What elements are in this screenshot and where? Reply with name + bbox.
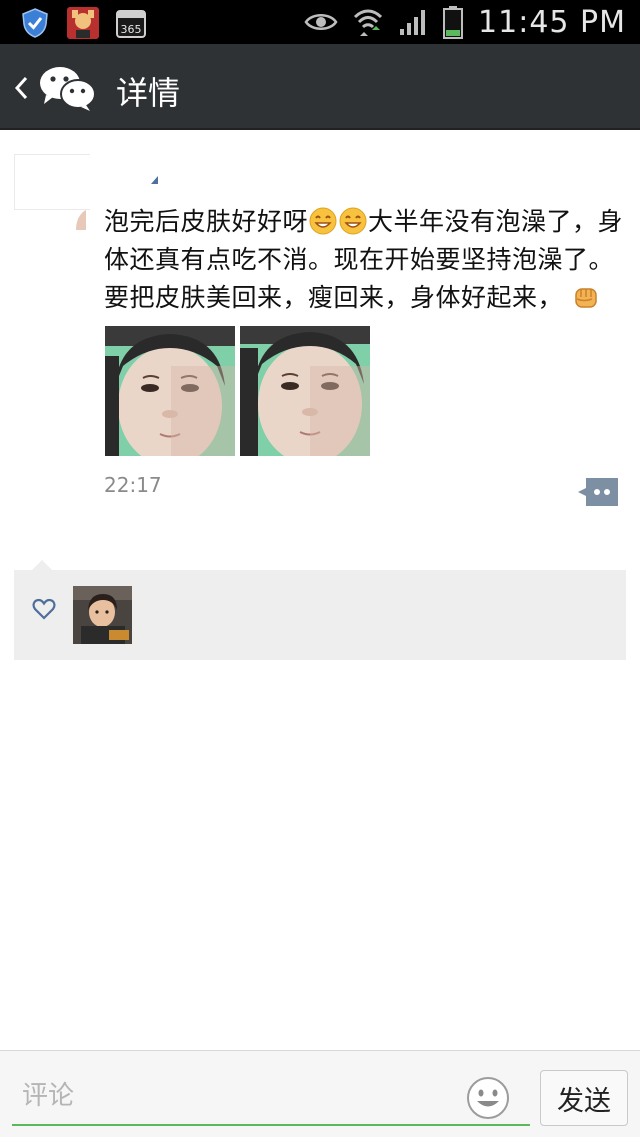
author-avatar[interactable]: [14, 154, 90, 210]
post-text-part-1: 泡完后皮肤好好呀: [104, 207, 309, 236]
title-bar: 详情: [0, 44, 640, 130]
eye-icon: [304, 14, 338, 30]
status-bar: 365 11:45 PM: [0, 0, 640, 44]
status-right: 11:45 PM: [304, 0, 626, 44]
author-name-mark[interactable]: [150, 176, 158, 184]
grin-emoji: [309, 207, 337, 235]
app-avatar-icon: [67, 7, 99, 39]
liker-avatar[interactable]: [73, 586, 132, 644]
signal-icon: [400, 10, 426, 35]
calendar-365-icon: 365: [116, 10, 146, 38]
smiley-icon[interactable]: [466, 1076, 510, 1120]
fist-emoji: [575, 288, 598, 308]
comment-dots-icon[interactable]: [578, 478, 618, 506]
selfie-photo-1[interactable]: [105, 326, 235, 456]
selfie-photo-2[interactable]: [240, 326, 370, 456]
comment-input[interactable]: [12, 1068, 530, 1126]
avatar-fragment: [76, 210, 86, 230]
status-left-icons: 365: [18, 6, 148, 40]
send-button[interactable]: 发送: [540, 1070, 628, 1126]
post-time: 22:17: [104, 473, 162, 497]
page-title: 详情: [116, 74, 181, 112]
chevron-left-icon: [14, 76, 28, 100]
back-button[interactable]: [12, 67, 112, 111]
calendar-label: 365: [121, 23, 142, 36]
grin-emoji: [339, 207, 367, 235]
battery-icon: [443, 6, 464, 39]
heart-outline-icon: [32, 598, 56, 620]
wifi-icon: [353, 9, 383, 36]
wechat-logo-icon: [40, 67, 96, 111]
status-time: 11:45 PM: [478, 4, 626, 40]
shield-check-icon: [22, 8, 48, 38]
